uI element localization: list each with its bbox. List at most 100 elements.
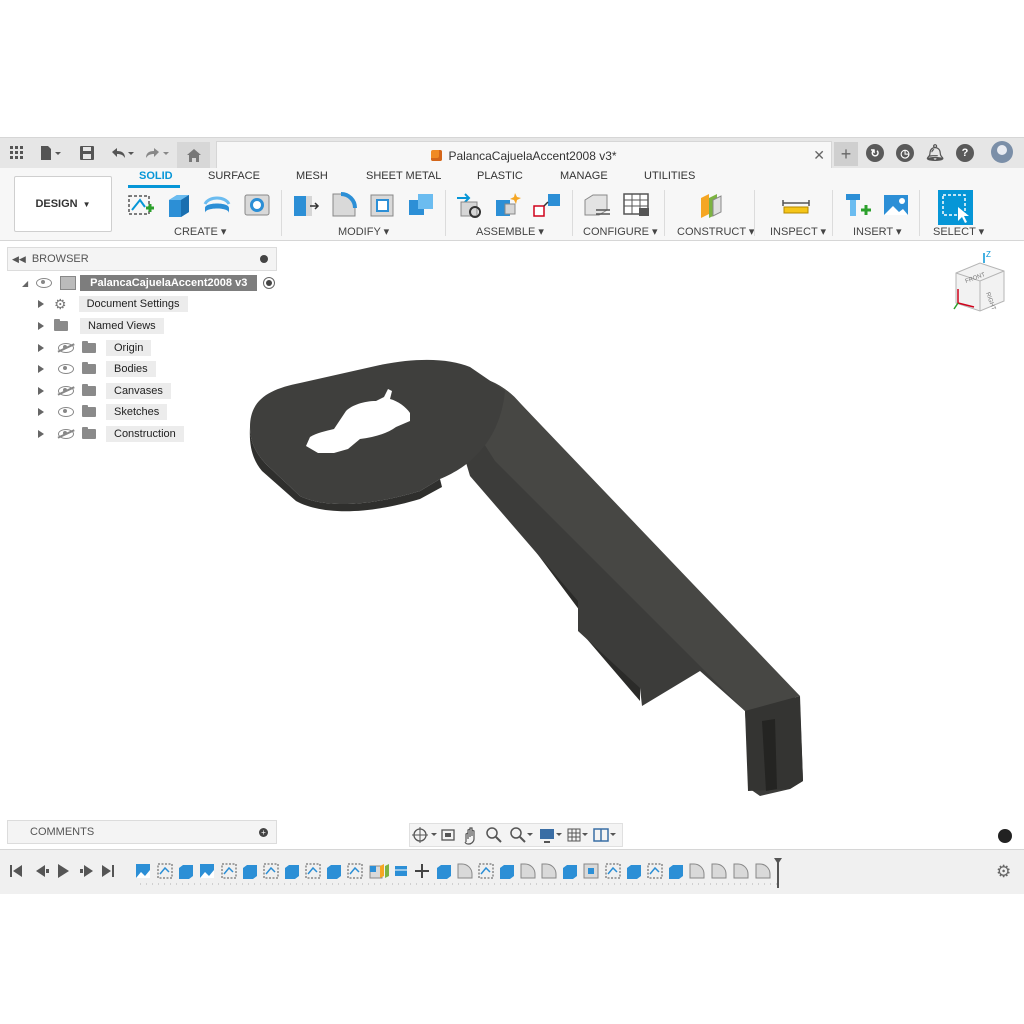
redo-icon[interactable]	[145, 142, 169, 164]
home-button[interactable]	[177, 142, 210, 168]
shell-icon[interactable]	[368, 190, 398, 220]
browser-item-named-views[interactable]: Named Views	[38, 317, 164, 335]
visibility-hidden-icon[interactable]	[58, 343, 74, 353]
save-icon[interactable]	[80, 142, 94, 164]
expand-arrow-icon[interactable]	[38, 322, 44, 330]
expand-arrow-icon[interactable]	[38, 365, 44, 373]
configure-icon[interactable]	[582, 190, 612, 220]
create-sketch-icon[interactable]	[126, 190, 156, 220]
visibility-eye-icon[interactable]	[58, 407, 74, 417]
inspect-menu[interactable]: INSPECT ▾	[770, 225, 826, 238]
browser-item-sketches[interactable]: Sketches	[38, 403, 168, 421]
visibility-eye-icon[interactable]	[58, 364, 74, 374]
construct-menu[interactable]: CONSTRUCT ▾	[677, 225, 754, 238]
combine-icon[interactable]	[406, 190, 436, 220]
notifications-icon[interactable]: 🔔︎	[925, 144, 945, 162]
assemble-menu[interactable]: ASSEMBLE ▾	[476, 225, 544, 238]
timeline-settings-icon[interactable]: ⚙	[996, 862, 1011, 882]
grid-settings-icon[interactable]	[567, 828, 588, 842]
app-grid-icon[interactable]	[10, 142, 24, 164]
select-icon[interactable]	[938, 190, 973, 225]
select-menu[interactable]: SELECT ▾	[933, 225, 984, 238]
expand-arrow-icon[interactable]	[38, 300, 44, 308]
display-settings-icon[interactable]	[540, 829, 562, 843]
tab-plastic[interactable]: PLASTIC	[477, 170, 523, 188]
expand-arrow-icon[interactable]	[38, 387, 44, 395]
add-comment-icon[interactable]: +	[259, 827, 268, 837]
configure-menu[interactable]: CONFIGURE ▾	[583, 225, 658, 238]
step-forward-icon[interactable]	[80, 865, 93, 877]
go-to-start-icon[interactable]	[10, 865, 22, 877]
browser-item-document-settings[interactable]: ⚙ Document Settings	[38, 295, 188, 313]
zoom-icon[interactable]	[486, 827, 502, 843]
tab-manage[interactable]: MANAGE	[560, 170, 608, 188]
texture-status-icon[interactable]	[998, 829, 1012, 843]
workspace-label: DESIGN	[35, 198, 78, 210]
step-back-icon[interactable]	[36, 865, 49, 877]
fillet-icon[interactable]	[329, 190, 359, 220]
panel-pin-icon[interactable]	[260, 255, 268, 263]
measure-icon[interactable]	[781, 190, 811, 220]
browser-item-construction[interactable]: Construction	[38, 425, 184, 443]
user-avatar[interactable]	[991, 141, 1013, 163]
insert-mcmaster-icon[interactable]	[843, 190, 873, 220]
create-menu[interactable]: CREATE ▾	[174, 225, 226, 238]
comments-panel[interactable]: COMMENTS +	[7, 820, 277, 844]
revolve-icon[interactable]	[202, 190, 232, 220]
as-built-joint-icon[interactable]	[532, 190, 562, 220]
construct-menu-label: CONSTRUCT	[677, 226, 746, 238]
insert-menu-label: INSERT	[853, 226, 893, 238]
file-menu-icon[interactable]	[40, 142, 62, 164]
viewports-icon[interactable]	[593, 828, 616, 842]
document-tab[interactable]: PalancaCajuelaAccent2008 v3* ✕	[216, 141, 832, 169]
pan-icon[interactable]	[464, 827, 475, 845]
extensions-icon[interactable]: ↻	[866, 144, 884, 162]
browser-item-bodies[interactable]: Bodies	[38, 360, 156, 378]
press-pull-icon[interactable]	[290, 190, 320, 220]
tab-surface[interactable]: SURFACE	[208, 170, 260, 188]
timeline-features[interactable]	[132, 856, 792, 888]
play-icon[interactable]	[58, 864, 69, 878]
browser-item-canvases[interactable]: Canvases	[38, 382, 171, 400]
collapse-panel-icon[interactable]: ◀◀	[12, 254, 26, 265]
modify-menu[interactable]: MODIFY ▾	[338, 225, 389, 238]
look-at-icon[interactable]	[441, 829, 455, 841]
undo-icon[interactable]	[110, 142, 134, 164]
new-component-icon[interactable]	[455, 190, 485, 220]
timeline-marker[interactable]	[774, 858, 782, 888]
extrude-icon[interactable]	[164, 190, 194, 220]
tab-mesh[interactable]: MESH	[296, 170, 328, 188]
browser-panel-header[interactable]: ◀◀ BROWSER	[7, 247, 277, 271]
new-tab-button[interactable]: +	[834, 142, 858, 166]
visibility-eye-icon[interactable]	[36, 278, 53, 288]
view-cube[interactable]: Z FRONT RIGHT	[946, 249, 1010, 321]
visibility-hidden-icon[interactable]	[58, 386, 74, 396]
toolbar-divider	[754, 190, 755, 236]
folder-icon	[82, 341, 96, 353]
workspace-switcher[interactable]: DESIGN ▼	[14, 176, 112, 232]
tab-utilities[interactable]: UTILITIES	[644, 170, 695, 188]
insert-menu[interactable]: INSERT ▾	[853, 225, 902, 238]
configuration-table-icon[interactable]	[621, 190, 651, 220]
fit-zoom-icon[interactable]	[510, 827, 533, 843]
browser-item-origin[interactable]: Origin	[38, 339, 152, 357]
hole-icon[interactable]	[242, 190, 272, 220]
go-to-end-icon[interactable]	[102, 865, 114, 877]
expand-arrow-icon[interactable]	[38, 430, 44, 438]
expand-arrow-icon[interactable]	[38, 408, 44, 416]
joint-icon[interactable]	[493, 190, 523, 220]
activate-radio-icon[interactable]	[263, 277, 276, 289]
visibility-hidden-icon[interactable]	[58, 429, 74, 439]
orbit-icon[interactable]	[412, 827, 437, 843]
job-status-icon[interactable]: ◷	[896, 144, 914, 162]
tab-sheet-metal[interactable]: SHEET METAL	[366, 170, 441, 188]
browser-root[interactable]: ◢ PalancaCajuelaAccent2008 v3	[22, 274, 276, 292]
insert-canvas-icon[interactable]	[881, 190, 911, 220]
help-icon[interactable]: ?	[956, 144, 974, 162]
canvas-viewport[interactable]: ◀◀ BROWSER ◢ PalancaCajuelaAccent2008 v3…	[0, 241, 1024, 849]
close-tab-icon[interactable]: ✕	[813, 147, 825, 164]
expand-arrow-icon[interactable]: ◢	[22, 279, 28, 288]
expand-arrow-icon[interactable]	[38, 344, 44, 352]
offset-plane-icon[interactable]	[697, 190, 727, 220]
navigation-bar	[409, 823, 623, 847]
